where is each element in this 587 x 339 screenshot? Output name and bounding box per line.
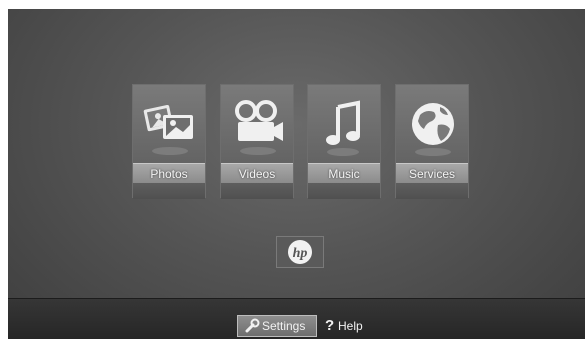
tile-shelf xyxy=(396,183,468,199)
settings-button[interactable]: Settings xyxy=(237,315,317,337)
help-button[interactable]: ? Help xyxy=(325,315,373,337)
media-home-screen: Photos Videos Music Services hp Settings… xyxy=(8,9,585,339)
music-note-icon xyxy=(326,100,360,156)
question-mark-icon: ? xyxy=(325,317,335,334)
tile-shelf xyxy=(308,183,380,199)
video-camera-icon xyxy=(235,100,283,155)
wrench-icon xyxy=(245,318,260,333)
photos-icon xyxy=(143,104,193,155)
tile-services[interactable]: Services xyxy=(395,84,469,199)
tile-music[interactable]: Music xyxy=(307,84,381,199)
bottom-bar: Settings ? Help xyxy=(8,298,585,339)
tile-music-label: Music xyxy=(308,163,380,184)
help-label: Help xyxy=(338,319,363,333)
tile-services-label: Services xyxy=(396,163,468,184)
globe-icon xyxy=(412,103,454,156)
hp-logo-icon: hp xyxy=(276,236,324,268)
tile-photos[interactable]: Photos xyxy=(132,84,206,199)
tile-shelf xyxy=(221,183,293,199)
hp-logo-text: hp xyxy=(293,246,308,261)
tile-shelf xyxy=(133,183,205,199)
settings-label: Settings xyxy=(262,319,306,333)
tile-videos[interactable]: Videos xyxy=(220,84,294,199)
tile-videos-label: Videos xyxy=(221,163,293,184)
tile-photos-label: Photos xyxy=(133,163,205,184)
